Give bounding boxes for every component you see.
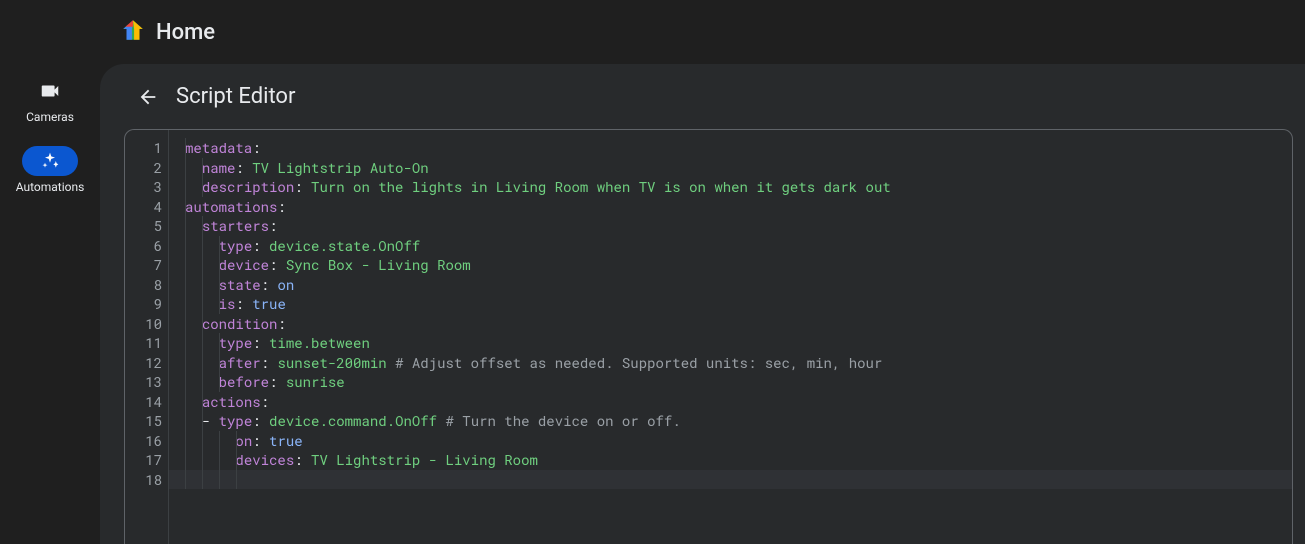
line-number: 7 — [125, 255, 162, 275]
brand[interactable]: Home — [120, 17, 215, 47]
panel-header: Script Editor — [100, 64, 1305, 129]
code-line[interactable]: automations: — [169, 197, 1292, 217]
code-line[interactable] — [169, 470, 1292, 490]
code-line[interactable]: state: on — [169, 275, 1292, 295]
line-number: 3 — [125, 177, 162, 197]
line-number: 5 — [125, 216, 162, 236]
line-number: 17 — [125, 450, 162, 470]
nav-item-automations[interactable]: Automations — [0, 142, 100, 200]
main-panel: Script Editor 12345678910111213141516171… — [100, 64, 1305, 544]
code-line[interactable]: condition: — [169, 314, 1292, 334]
line-number: 13 — [125, 372, 162, 392]
code-line[interactable]: type: device.state.OnOff — [169, 236, 1292, 256]
line-number: 12 — [125, 353, 162, 373]
script-editor[interactable]: 123456789101112131415161718 metadata: na… — [124, 129, 1293, 544]
line-number: 4 — [125, 197, 162, 217]
code-line[interactable]: on: true — [169, 431, 1292, 451]
line-number: 18 — [125, 470, 162, 490]
code-line[interactable]: starters: — [169, 216, 1292, 236]
brand-title: Home — [156, 20, 215, 45]
line-number: 16 — [125, 431, 162, 451]
code-area[interactable]: metadata: name: TV Lightstrip Auto-On de… — [169, 130, 1292, 544]
code-line[interactable]: metadata: — [169, 138, 1292, 158]
sparkle-icon — [22, 146, 78, 176]
home-logo-icon — [120, 17, 146, 47]
line-number: 2 — [125, 158, 162, 178]
nav-rail: Cameras Automations — [0, 64, 100, 544]
line-number-gutter: 123456789101112131415161718 — [125, 130, 169, 544]
back-button[interactable] — [136, 85, 160, 109]
line-number: 6 — [125, 236, 162, 256]
nav-item-label: Automations — [16, 180, 85, 194]
camera-icon — [22, 76, 78, 106]
line-number: 14 — [125, 392, 162, 412]
code-line[interactable]: name: TV Lightstrip Auto-On — [169, 158, 1292, 178]
code-line[interactable]: actions: — [169, 392, 1292, 412]
nav-item-label: Cameras — [26, 110, 74, 124]
code-line[interactable]: after: sunset-200min # Adjust offset as … — [169, 353, 1292, 373]
arrow-back-icon — [137, 86, 159, 108]
app-header: Home — [0, 0, 1305, 64]
code-line[interactable]: type: time.between — [169, 333, 1292, 353]
line-number: 15 — [125, 411, 162, 431]
line-number: 10 — [125, 314, 162, 334]
line-number: 11 — [125, 333, 162, 353]
code-line[interactable]: is: true — [169, 294, 1292, 314]
code-line[interactable]: description: Turn on the lights in Livin… — [169, 177, 1292, 197]
line-number: 9 — [125, 294, 162, 314]
panel-title: Script Editor — [176, 84, 295, 109]
nav-item-cameras[interactable]: Cameras — [0, 72, 100, 130]
code-line[interactable]: devices: TV Lightstrip - Living Room — [169, 450, 1292, 470]
line-number: 1 — [125, 138, 162, 158]
code-line[interactable]: device: Sync Box - Living Room — [169, 255, 1292, 275]
code-line[interactable]: - type: device.command.OnOff # Turn the … — [169, 411, 1292, 431]
code-line[interactable]: before: sunrise — [169, 372, 1292, 392]
line-number: 8 — [125, 275, 162, 295]
